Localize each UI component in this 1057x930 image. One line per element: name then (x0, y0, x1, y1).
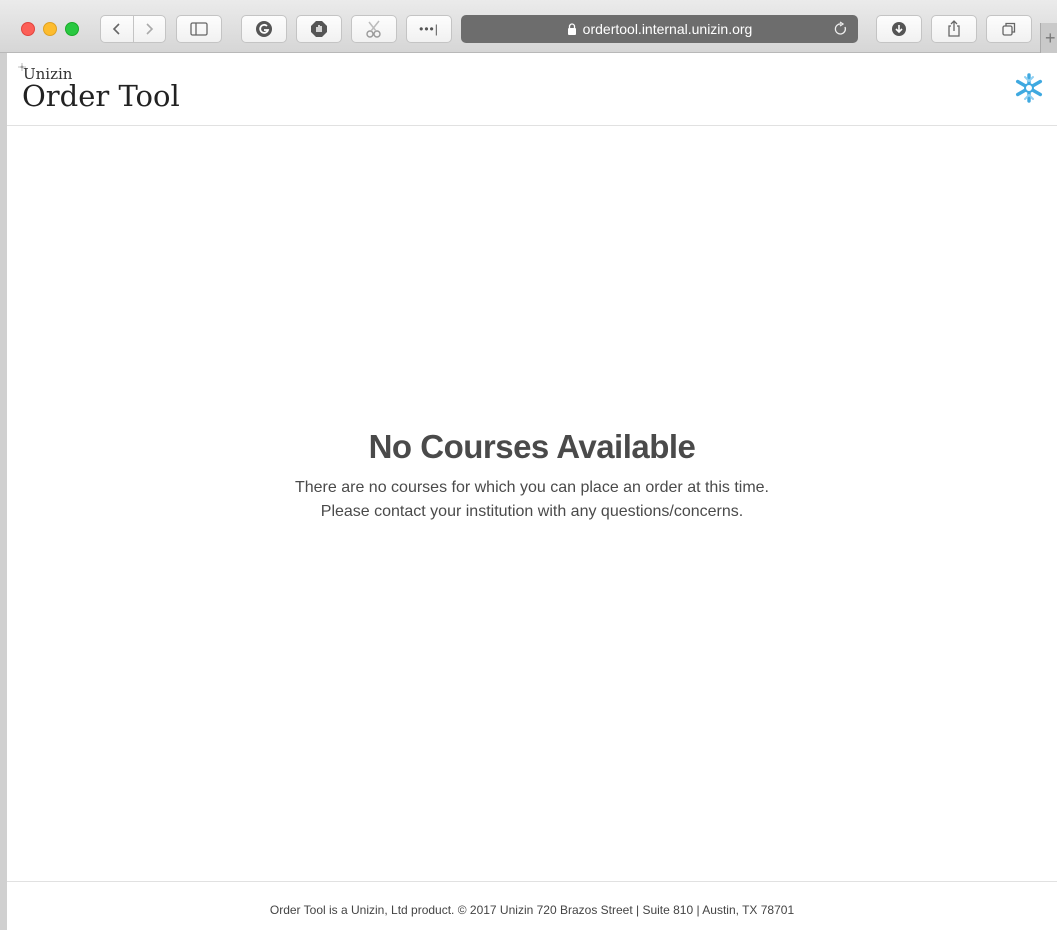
forward-button[interactable] (132, 16, 165, 42)
window-maximize-button[interactable] (65, 22, 79, 36)
reload-icon[interactable] (834, 21, 848, 37)
back-button[interactable] (101, 16, 133, 42)
empty-state-contact-message: Please contact your institution with any… (320, 503, 744, 520)
page-footer: Order Tool is a Unizin, Ltd product. © 2… (7, 881, 1057, 930)
app-title[interactable]: Order Tool (22, 79, 180, 113)
lock-icon (567, 23, 576, 35)
browser-toolbar: •••| ordertool.internal.unizin.org + (0, 0, 1057, 53)
window-edge (0, 53, 7, 930)
grammarly-button[interactable] (241, 15, 287, 43)
empty-state-message: There are no courses for which you can p… (294, 479, 769, 496)
sidebar-icon (190, 22, 208, 36)
share-icon (948, 20, 960, 37)
scissors-icon (366, 20, 381, 38)
snowflake-gear-icon[interactable] (1013, 72, 1045, 104)
adblock-button[interactable] (296, 15, 342, 43)
extension-button[interactable] (351, 15, 397, 43)
grammarly-icon (256, 21, 272, 37)
tabs-icon (1002, 22, 1016, 36)
adblock-icon (311, 21, 327, 37)
url-text: ordertool.internal.unizin.org (582, 21, 753, 37)
downloads-button[interactable] (876, 15, 922, 43)
window-close-button[interactable] (21, 22, 35, 36)
main-content: No Courses Available There are no course… (7, 126, 1057, 881)
app-header: Unizin Order Tool (7, 53, 1057, 126)
chevron-left-icon (112, 23, 120, 35)
window-minimize-button[interactable] (43, 22, 57, 36)
more-label: •••| (419, 22, 439, 36)
tabs-overview-button[interactable] (986, 15, 1032, 43)
empty-state-title: No Courses Available (368, 428, 696, 465)
chevron-right-icon (146, 23, 154, 35)
address-bar[interactable]: ordertool.internal.unizin.org (461, 15, 858, 43)
nav-button-group (100, 15, 166, 43)
download-icon (892, 22, 906, 36)
share-button[interactable] (931, 15, 977, 43)
sidebar-button[interactable] (176, 15, 222, 43)
footer-text: Order Tool is a Unizin, Ltd product. © 2… (269, 903, 795, 917)
new-tab-button[interactable]: + (1040, 23, 1057, 53)
more-extensions-button[interactable]: •••| (406, 15, 452, 43)
